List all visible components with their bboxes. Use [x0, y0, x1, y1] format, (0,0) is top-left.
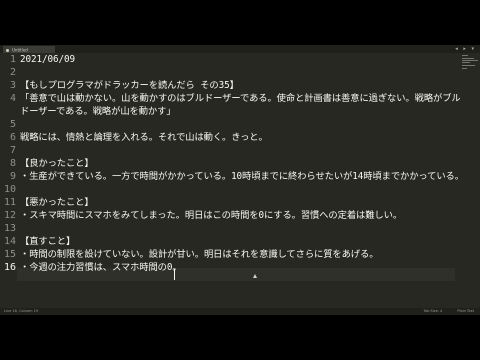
line-number: 8 — [9, 158, 16, 169]
text-editor[interactable]: 2021/06/09 【もしプログラマがドラッカーを読んだら その35】 「善意… — [20, 53, 464, 308]
editor-line[interactable]: ドーザーである。戦略が山を動かす」 — [20, 105, 176, 118]
editor-line[interactable]: ・生産ができている。一方で時間がかかっている。10時頃までに終わらせたいが14時… — [20, 170, 464, 183]
editor-line[interactable]: 【もしプログラマがドラッカーを読んだら その35】 — [20, 79, 239, 92]
tab-navigation: ◂ ▸ ▾ — [451, 46, 474, 53]
syntax-selector[interactable]: Plain Text — [457, 309, 474, 313]
status-bar: Line 16, Column 19 Tab Size: 4 Plain Tex… — [0, 308, 480, 315]
status-right: Tab Size: 4 Plain Text — [410, 308, 475, 315]
mouse-pointer-icon — [253, 274, 257, 278]
editor-line[interactable]: 戦略には、情熱と論理を入れる。それで山は動く。きっと。 — [20, 131, 268, 144]
minimap-line — [462, 65, 475, 66]
cursor-position[interactable]: Line 16, Column 19 — [4, 308, 38, 315]
editor-line[interactable]: 【良かったこと】 — [20, 157, 94, 170]
line-number-gutter: 1 2 3 4 5 6 7 8 9 10 11 12 13 14 15 16 — [0, 53, 17, 308]
minimap[interactable] — [460, 53, 480, 308]
line-number: 1 — [9, 54, 16, 65]
line-number: 7 — [9, 145, 16, 156]
tab-menu-icon[interactable]: ▾ — [471, 46, 474, 52]
line-number: 12 — [3, 210, 16, 221]
minimap-line — [462, 55, 468, 56]
tab-bar: Untitled ◂ ▸ ▾ — [0, 45, 480, 53]
editor-window: Untitled ◂ ▸ ▾ 1 2 3 4 5 6 7 8 9 10 11 1… — [0, 45, 480, 315]
line-number: 15 — [3, 249, 16, 260]
line-number: 3 — [9, 80, 16, 91]
arrow-left-icon[interactable]: ◂ — [455, 46, 458, 52]
tab-size-selector[interactable]: Tab Size: 4 — [424, 309, 443, 313]
editor-line-active[interactable]: ・今週の注力習慣は、スマホ時間の0。 — [20, 261, 182, 274]
line-number: 10 — [3, 184, 16, 195]
editor-line[interactable]: 「善意で山は動かない。山を動かすのはブルドーザーである。使命と計画書は善意に過ぎ… — [20, 92, 461, 105]
line-number: 13 — [3, 223, 16, 234]
line-number: 11 — [3, 197, 16, 208]
line-number: 14 — [3, 236, 16, 247]
arrow-right-icon[interactable]: ▸ — [463, 46, 466, 52]
minimap-line — [462, 58, 474, 59]
editor-line[interactable]: 【悪かったこと】 — [20, 196, 94, 209]
minimap-line — [462, 62, 470, 63]
line-number: 2 — [9, 67, 16, 78]
line-number: 5 — [9, 119, 16, 130]
line-number: 4 — [9, 93, 16, 104]
tab-label: Untitled — [12, 47, 28, 53]
line-number: 9 — [9, 171, 16, 182]
text-cursor — [174, 269, 175, 280]
line-number: 6 — [9, 132, 16, 143]
editor-line[interactable]: 2021/06/09 — [20, 53, 75, 66]
tab-untitled[interactable]: Untitled — [3, 46, 55, 53]
editor-line[interactable]: ・スキマ時間にスマホをみてしまった。明日はこの時間を0にする。習慣への定着は難し… — [20, 209, 402, 222]
minimap-line — [462, 60, 478, 61]
editor-line[interactable]: 【直すこと】 — [20, 235, 75, 248]
editor-line[interactable]: ・時間の制限を設けていない。設計が甘い。明日はそれを意識してさらに質をあげる。 — [20, 248, 379, 261]
minimap-line — [462, 68, 467, 69]
unsaved-dot-icon[interactable] — [6, 48, 9, 52]
line-number-active: 16 — [3, 262, 16, 273]
